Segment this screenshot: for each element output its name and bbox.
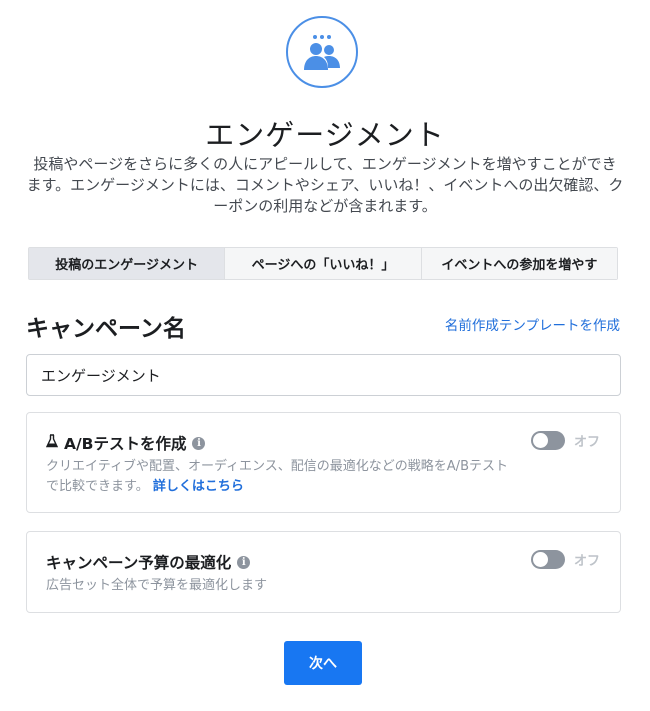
flask-icon <box>45 434 59 452</box>
budget-optimization-title: キャンペーン予算の最適化 <box>46 554 232 572</box>
budget-optimization-card: キャンペーン予算の最適化 i 広告セット全体で予算を最適化します オフ <box>26 531 621 613</box>
ab-test-description: クリエイティブや配置、オーディエンス、配信の最適化などの戦略をA/Bテストで比較… <box>46 457 516 497</box>
page-description: 投稿やページをさらに多くの人にアピールして、エンゲージメントを増やすことができま… <box>26 155 624 215</box>
toggle-knob <box>532 433 548 448</box>
toggle-label: オフ <box>573 554 600 569</box>
toggle-knob <box>532 552 548 567</box>
group-engagement-icon <box>286 16 358 88</box>
objective-tabs: 投稿のエンゲージメント ページへの「いいね！」 イベントへの参加を増やす <box>28 247 618 280</box>
next-button[interactable]: 次へ <box>284 641 362 685</box>
ab-test-title: A/Bテストを作成 <box>64 435 187 453</box>
ab-test-title-row: A/Bテストを作成 i <box>45 432 206 454</box>
campaign-name-input[interactable] <box>26 354 621 396</box>
campaign-name-heading: キャンペーン名 <box>26 316 186 342</box>
budget-optimization-toggle[interactable]: オフ <box>530 550 600 569</box>
page-title: エンゲージメント <box>205 118 445 152</box>
budget-optimization-title-row: キャンペーン予算の最適化 i <box>46 551 251 573</box>
info-icon[interactable]: i <box>192 436 206 450</box>
toggle-switch[interactable] <box>530 431 565 450</box>
info-icon[interactable]: i <box>237 555 251 569</box>
ab-test-toggle[interactable]: オフ <box>530 431 600 450</box>
learn-more-link[interactable]: 詳しくはこちら <box>153 479 244 494</box>
ab-test-description-text: クリエイティブや配置、オーディエンス、配信の最適化などの戦略をA/Bテストで比較… <box>46 459 508 494</box>
tab-page-likes[interactable]: ページへの「いいね！」 <box>225 248 422 279</box>
ab-test-card: A/Bテストを作成 i クリエイティブや配置、オーディエンス、配信の最適化などの… <box>26 412 621 513</box>
budget-optimization-description: 広告セット全体で予算を最適化します <box>46 578 268 593</box>
toggle-switch[interactable] <box>530 550 565 569</box>
group-people-icon <box>304 35 340 70</box>
tab-event-responses[interactable]: イベントへの参加を増やす <box>421 248 617 279</box>
tab-post-engagement[interactable]: 投稿のエンゲージメント <box>29 248 226 279</box>
toggle-label: オフ <box>573 435 600 450</box>
create-name-template-link[interactable]: 名前作成テンプレートを作成 <box>445 314 620 334</box>
